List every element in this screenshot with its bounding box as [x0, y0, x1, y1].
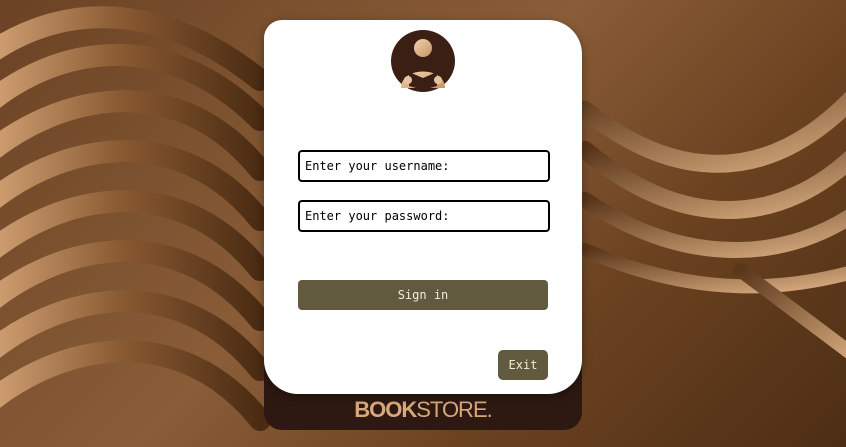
logo-bold-text: BOOK	[354, 397, 417, 422]
username-input[interactable]	[298, 150, 550, 182]
login-card: Sign in Exit	[264, 20, 582, 394]
exit-button[interactable]: Exit	[498, 350, 548, 380]
reader-avatar-icon	[391, 30, 455, 92]
signin-button[interactable]: Sign in	[298, 280, 548, 310]
logo-rest-text: STORE.	[416, 397, 493, 422]
bookstore-logo: BOOKSTORE.	[264, 397, 582, 423]
password-input[interactable]	[298, 200, 550, 232]
